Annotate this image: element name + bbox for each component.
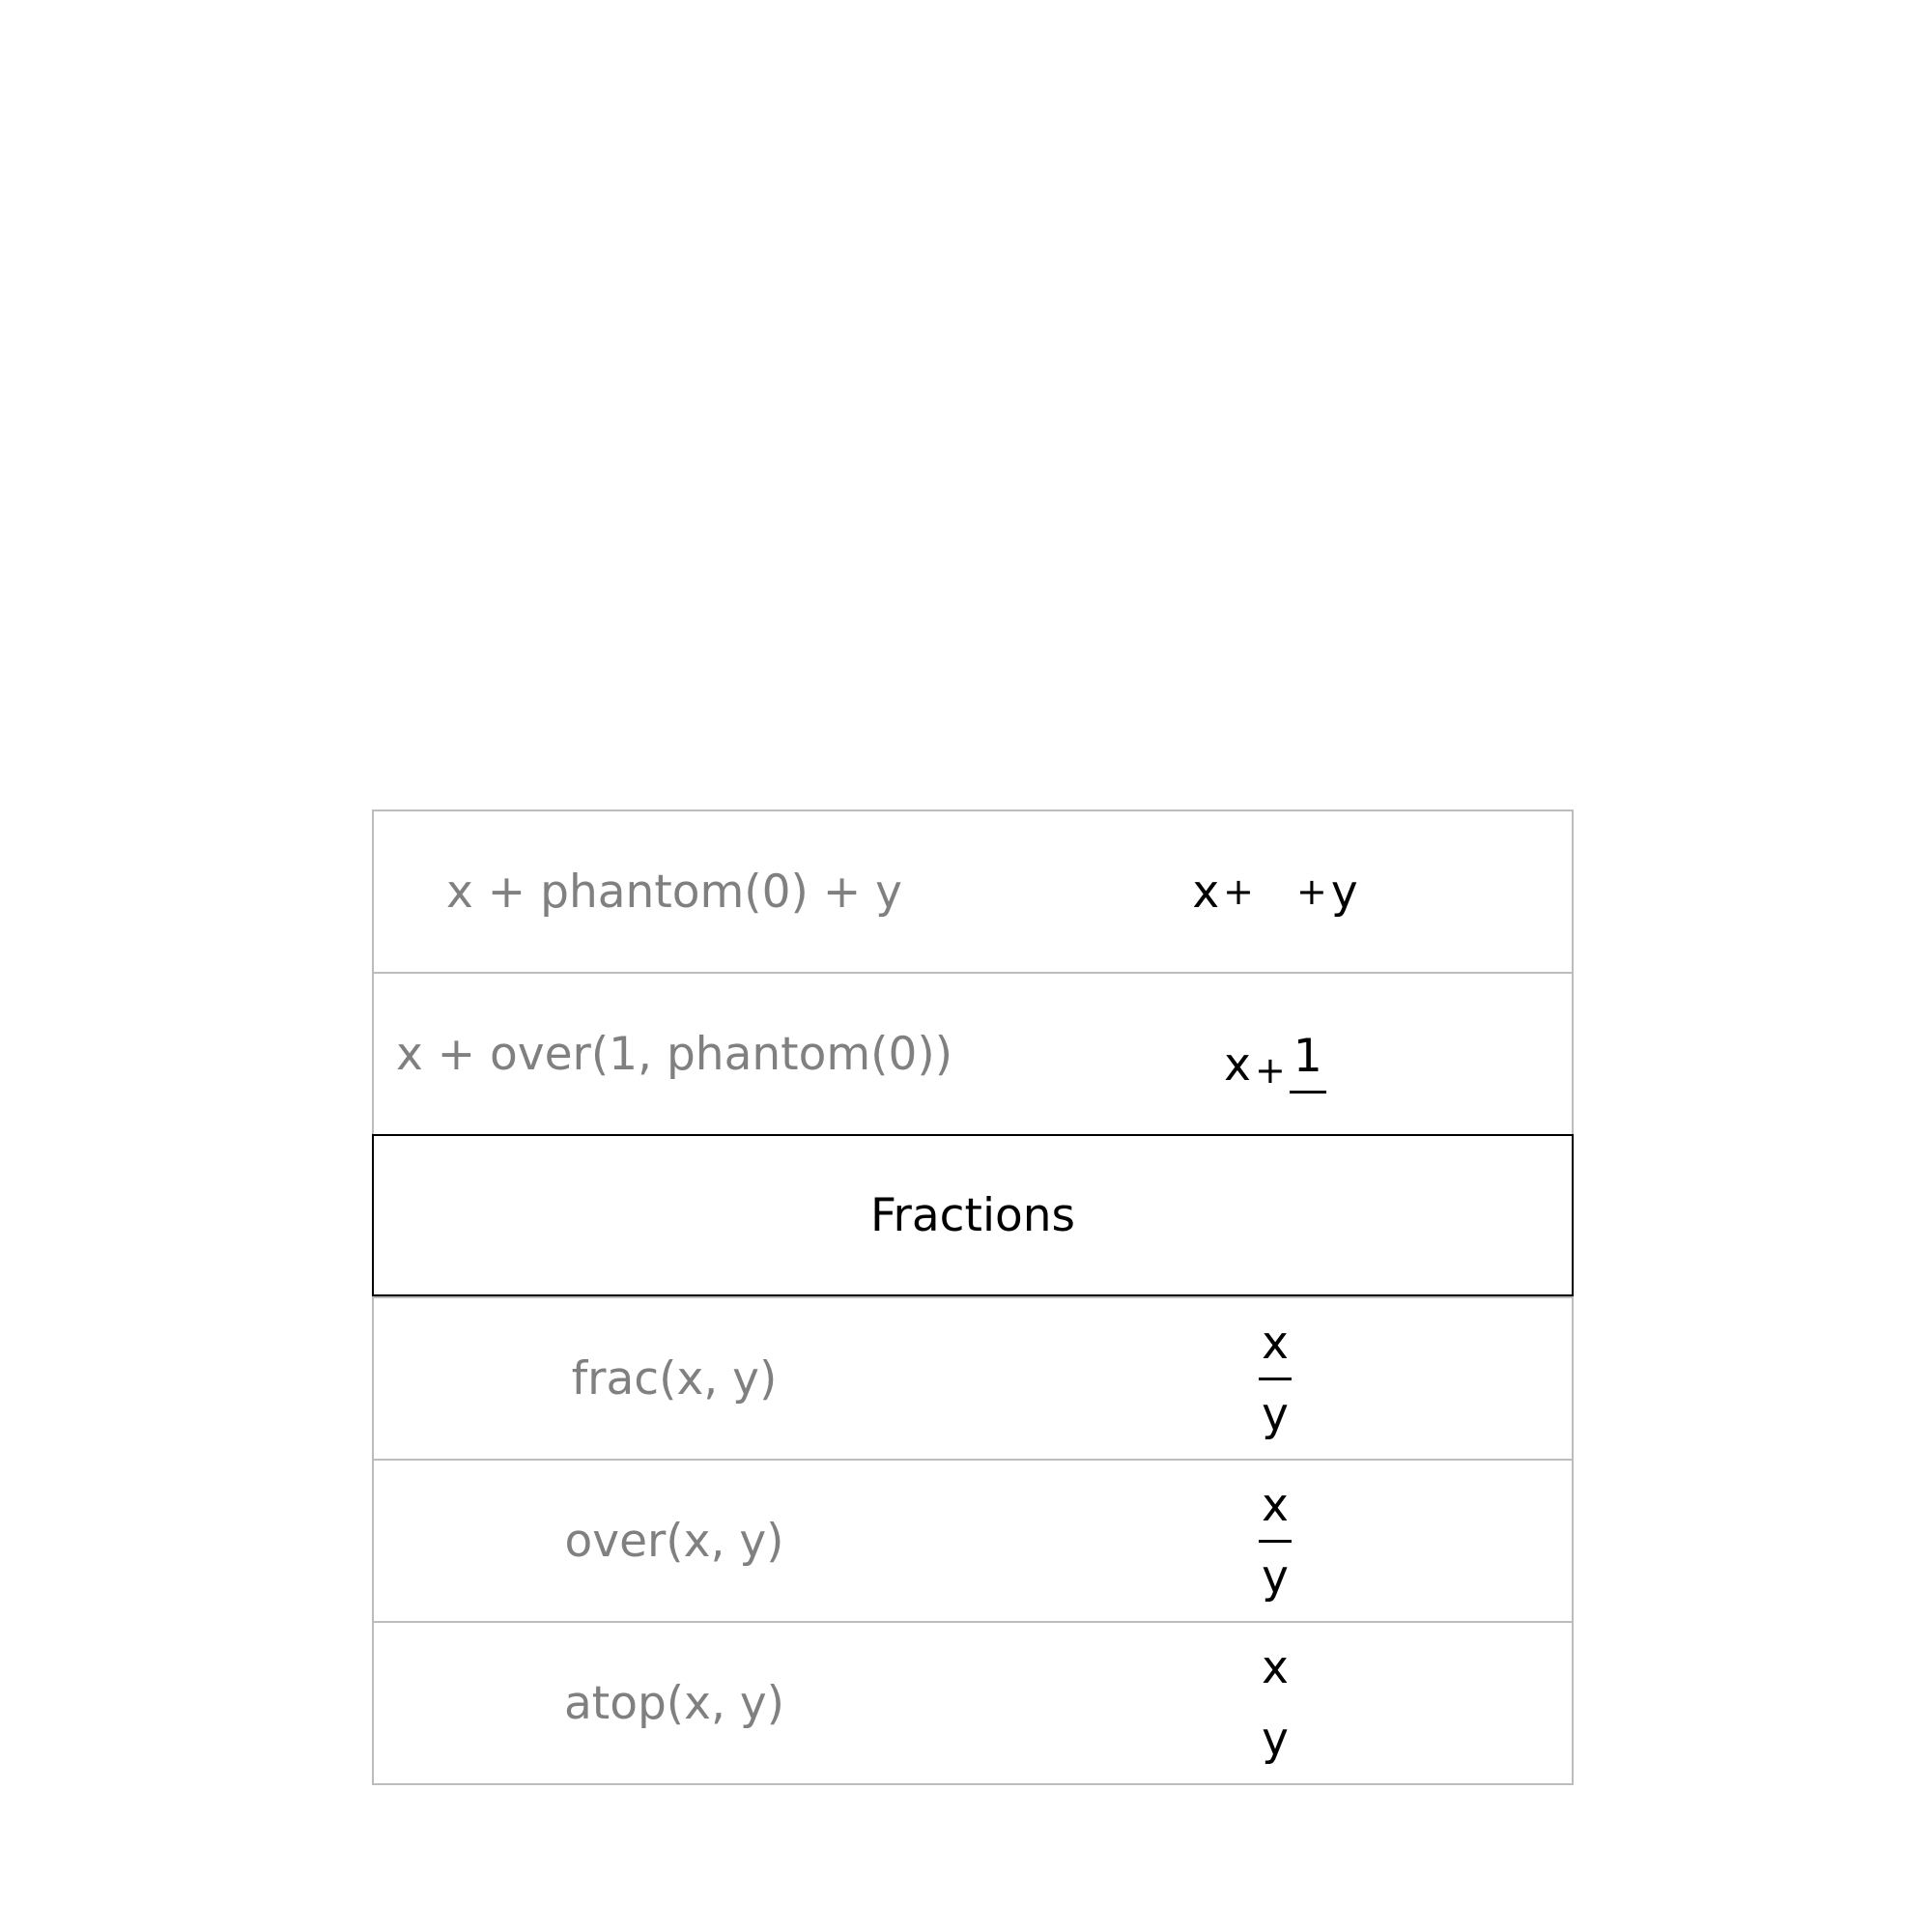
fraction-denominator: y <box>1262 1387 1289 1441</box>
section-title: Fractions <box>869 1188 1076 1242</box>
fraction-bar <box>1259 1377 1292 1380</box>
rendered-cell: x y <box>975 1298 1576 1459</box>
fraction-numerator: x <box>1262 1640 1289 1694</box>
table-row: over(x, y) x y <box>372 1459 1574 1621</box>
table-row: x + phantom(0) + y x + + y <box>372 810 1574 972</box>
code-cell: frac(x, y) <box>571 1351 778 1406</box>
fraction-denominator: y <box>1262 1712 1289 1766</box>
fraction-denominator: y <box>1262 1549 1289 1604</box>
plotmath-table: x + phantom(0) + y x + + y x + over(1, p… <box>372 810 1574 1785</box>
code-cell: x + phantom(0) + y <box>446 865 902 919</box>
rendered-cell: x + + y <box>975 811 1576 972</box>
fraction: 1 <box>1289 1030 1326 1094</box>
fraction-bar <box>1259 1702 1292 1705</box>
expr-operator: + <box>1223 870 1254 913</box>
rendered-cell: x y <box>975 1461 1576 1621</box>
fraction: x y <box>1259 1641 1292 1766</box>
table-row: x + over(1, phantom(0)) x + 1 <box>372 972 1574 1134</box>
fraction: x y <box>1259 1317 1292 1441</box>
expr-var: y <box>1330 865 1358 919</box>
rendered-cell: x + 1 <box>975 974 1576 1134</box>
fraction: x y <box>1259 1479 1292 1604</box>
expr-group: x + 1 <box>1224 1030 1326 1095</box>
table-row: atop(x, y) x y <box>372 1621 1574 1785</box>
table-row: frac(x, y) x y <box>372 1296 1574 1459</box>
code-cell: x + over(1, phantom(0)) <box>395 1027 953 1081</box>
expr-operator: + <box>1296 870 1327 913</box>
section-header: Fractions <box>372 1134 1574 1296</box>
expr-var: x <box>1192 865 1220 919</box>
fraction-bar <box>1289 1091 1326 1094</box>
code-cell: atop(x, y) <box>563 1676 784 1730</box>
fraction-numerator: x <box>1262 1316 1289 1370</box>
fraction-numerator: x <box>1262 1478 1289 1532</box>
code-cell: over(x, y) <box>564 1514 784 1568</box>
expr-operator: + <box>1254 1049 1286 1092</box>
expr-var: x <box>1224 1038 1251 1092</box>
fraction-numerator: 1 <box>1293 1030 1322 1083</box>
fraction-bar <box>1259 1539 1292 1543</box>
rendered-cell: x y <box>975 1623 1576 1783</box>
